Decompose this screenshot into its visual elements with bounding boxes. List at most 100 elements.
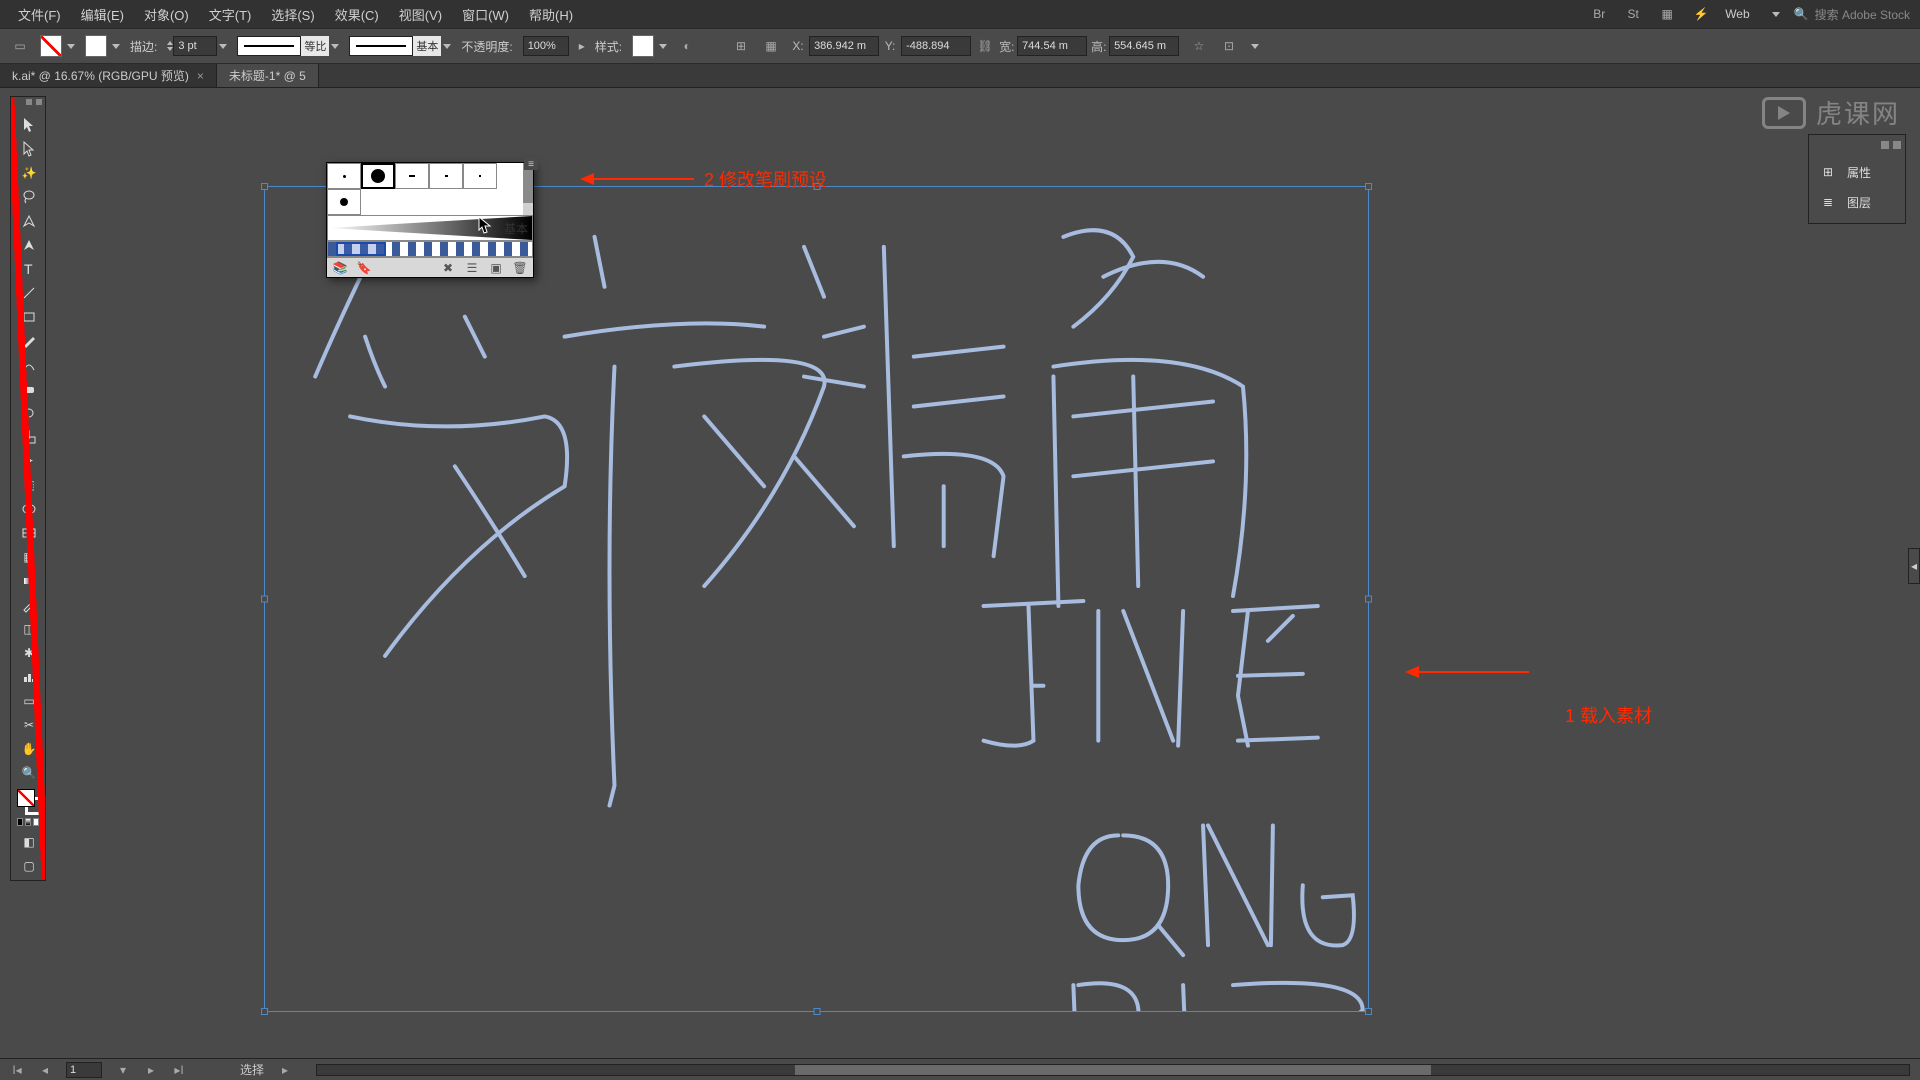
brush-definition[interactable]: 基本	[349, 36, 451, 56]
link-wh-icon[interactable]: ⛓	[975, 36, 995, 56]
variable-width-profile[interactable]: 等比	[237, 36, 339, 56]
status-bar: I◂ ◂ ▾ ▸ ▸I 选择 ▸	[0, 1058, 1920, 1080]
brush-preset[interactable]	[361, 163, 395, 189]
annotation-1-text: 1 载入素材	[1565, 702, 1652, 728]
menu-file[interactable]: 文件(F)	[10, 2, 69, 27]
tab-label: k.ai* @ 16.67% (RGB/GPU 预览)	[12, 67, 189, 84]
artboard-dropdown-icon[interactable]: ▾	[116, 1063, 130, 1077]
new-brush-icon[interactable]: ▣	[489, 261, 503, 275]
properties-icon: ⊞	[1819, 163, 1837, 181]
opacity-input[interactable]	[523, 36, 569, 56]
stroke-label: 描边:	[130, 38, 157, 55]
menu-effect[interactable]: 效果(C)	[327, 2, 387, 27]
annotation-text: 2 修改笔刷预设	[704, 166, 827, 192]
style-label: 样式:	[595, 38, 622, 55]
annotation-text: 1 载入素材	[1565, 702, 1652, 728]
stock-icon[interactable]: St	[1623, 4, 1643, 24]
opacity-flyout-icon[interactable]: ▸	[579, 39, 585, 53]
artboard-number-input[interactable]	[66, 1062, 102, 1078]
right-dock-toggle[interactable]: ◂	[1908, 548, 1920, 584]
no-selection-icon: ▭	[10, 36, 30, 56]
delete-brush-icon[interactable]: 🗑	[513, 261, 527, 275]
tab-label: 未标题-1* @ 5	[229, 67, 306, 84]
transform-icon[interactable]: ▦	[761, 36, 781, 56]
document-tab-2[interactable]: 未标题-1* @ 5	[217, 64, 319, 87]
toolbox: ✨ T ✦ ⬚ ▦ ◫ ✱ ▭ ✂ ✋ 🔍 ◧ ▢	[10, 96, 46, 881]
x-value[interactable]: 386.942 m	[809, 36, 879, 56]
chevron-down-icon[interactable]	[219, 44, 227, 49]
align-icon[interactable]: ⊞	[731, 36, 751, 56]
control-bar: ▭ 描边: 等比 基本 不透明度: ▸ 样式: ◐ ⊞ ▦ X: 386.942	[0, 28, 1920, 64]
stroke-weight-input[interactable]	[173, 36, 217, 56]
w-value[interactable]: 744.54 m	[1017, 36, 1087, 56]
draw-mode[interactable]: ◧	[11, 830, 47, 854]
mouse-cursor-icon	[478, 216, 492, 234]
layers-icon: ≣	[1819, 193, 1837, 211]
style-swatch[interactable]	[632, 35, 654, 57]
panel-properties[interactable]: ⊞ 属性	[1809, 157, 1905, 187]
arrange-icon[interactable]: ▦	[1657, 4, 1677, 24]
w-label: 宽:	[999, 38, 1013, 55]
chevron-down-icon[interactable]	[1251, 44, 1259, 49]
document-tab-1[interactable]: k.ai* @ 16.67% (RGB/GPU 预览) ×	[0, 64, 217, 87]
annotation-1	[1405, 666, 1529, 678]
first-artboard-icon[interactable]: I◂	[10, 1063, 24, 1077]
brush-options-icon[interactable]: ☰	[465, 261, 479, 275]
brush-basic-label: 基本	[504, 220, 528, 237]
brush-preset-pattern[interactable]	[327, 241, 533, 257]
artwork-strokes	[265, 187, 1368, 1011]
fill-stroke-indicator[interactable]	[11, 785, 45, 830]
libraries-icon[interactable]: 🔖	[357, 261, 371, 275]
brush-preset[interactable]	[395, 163, 429, 189]
stock-search[interactable]: 🔍 搜索 Adobe Stock	[1794, 6, 1910, 23]
menu-type[interactable]: 文字(T)	[201, 2, 260, 27]
prev-artboard-icon[interactable]: ◂	[38, 1063, 52, 1077]
y-value[interactable]: -488.894	[901, 36, 971, 56]
y-label: Y:	[883, 39, 897, 53]
next-artboard-icon[interactable]: ▸	[144, 1063, 158, 1077]
panel-layers[interactable]: ≣ 图层	[1809, 187, 1905, 217]
menu-edit[interactable]: 编辑(E)	[73, 2, 132, 27]
recolor-icon[interactable]: ◐	[677, 36, 697, 56]
last-artboard-icon[interactable]: ▸I	[172, 1063, 186, 1077]
panel-label: 图层	[1847, 194, 1871, 211]
menu-object[interactable]: 对象(O)	[136, 2, 197, 27]
menu-help[interactable]: 帮助(H)	[521, 2, 581, 27]
h-label: 高:	[1091, 38, 1105, 55]
brush-preset[interactable]	[327, 163, 361, 189]
screen-mode[interactable]: ▢	[11, 854, 47, 878]
horizontal-scrollbar[interactable]	[316, 1064, 1910, 1076]
brush-preset[interactable]	[327, 189, 361, 215]
annotation-2: 2 修改笔刷预设	[580, 166, 827, 192]
brush-panel-menu-icon[interactable]: ≡	[524, 158, 538, 170]
h-value[interactable]: 554.645 m	[1109, 36, 1179, 56]
selection-box	[264, 186, 1369, 1012]
chevron-down-icon	[331, 44, 339, 49]
close-icon[interactable]: ×	[197, 69, 204, 83]
bridge-icon[interactable]: Br	[1589, 4, 1609, 24]
menu-select[interactable]: 选择(S)	[263, 2, 322, 27]
panel-label: 属性	[1847, 164, 1871, 181]
chevron-down-icon	[443, 44, 451, 49]
brush-library-icon[interactable]: 📚	[333, 261, 347, 275]
brush-preset[interactable]	[429, 163, 463, 189]
stroke-swatch[interactable]	[85, 35, 107, 57]
fill-swatch[interactable]	[40, 35, 62, 57]
brush-preset-basic[interactable]: 基本	[327, 215, 533, 241]
profile-suffix: 等比	[301, 36, 329, 56]
opacity-label: 不透明度:	[461, 38, 512, 55]
chevron-down-icon[interactable]	[112, 44, 120, 49]
chevron-down-icon[interactable]	[67, 44, 75, 49]
chevron-down-icon[interactable]	[659, 44, 667, 49]
isolate-icon[interactable]: ⊡	[1219, 36, 1239, 56]
gpu-icon[interactable]: ⚡	[1691, 4, 1711, 24]
workspace-switcher[interactable]: Web	[1725, 7, 1749, 21]
remove-stroke-icon[interactable]: ✖	[441, 261, 455, 275]
menu-window[interactable]: 窗口(W)	[454, 2, 517, 27]
search-icon: 🔍	[1794, 7, 1809, 21]
status-flyout-icon[interactable]: ▸	[278, 1063, 292, 1077]
brush-preset[interactable]	[463, 163, 497, 189]
menu-view[interactable]: 视图(V)	[391, 2, 450, 27]
current-tool-label: 选择	[240, 1061, 264, 1078]
shape-icon[interactable]: ☆	[1189, 36, 1209, 56]
